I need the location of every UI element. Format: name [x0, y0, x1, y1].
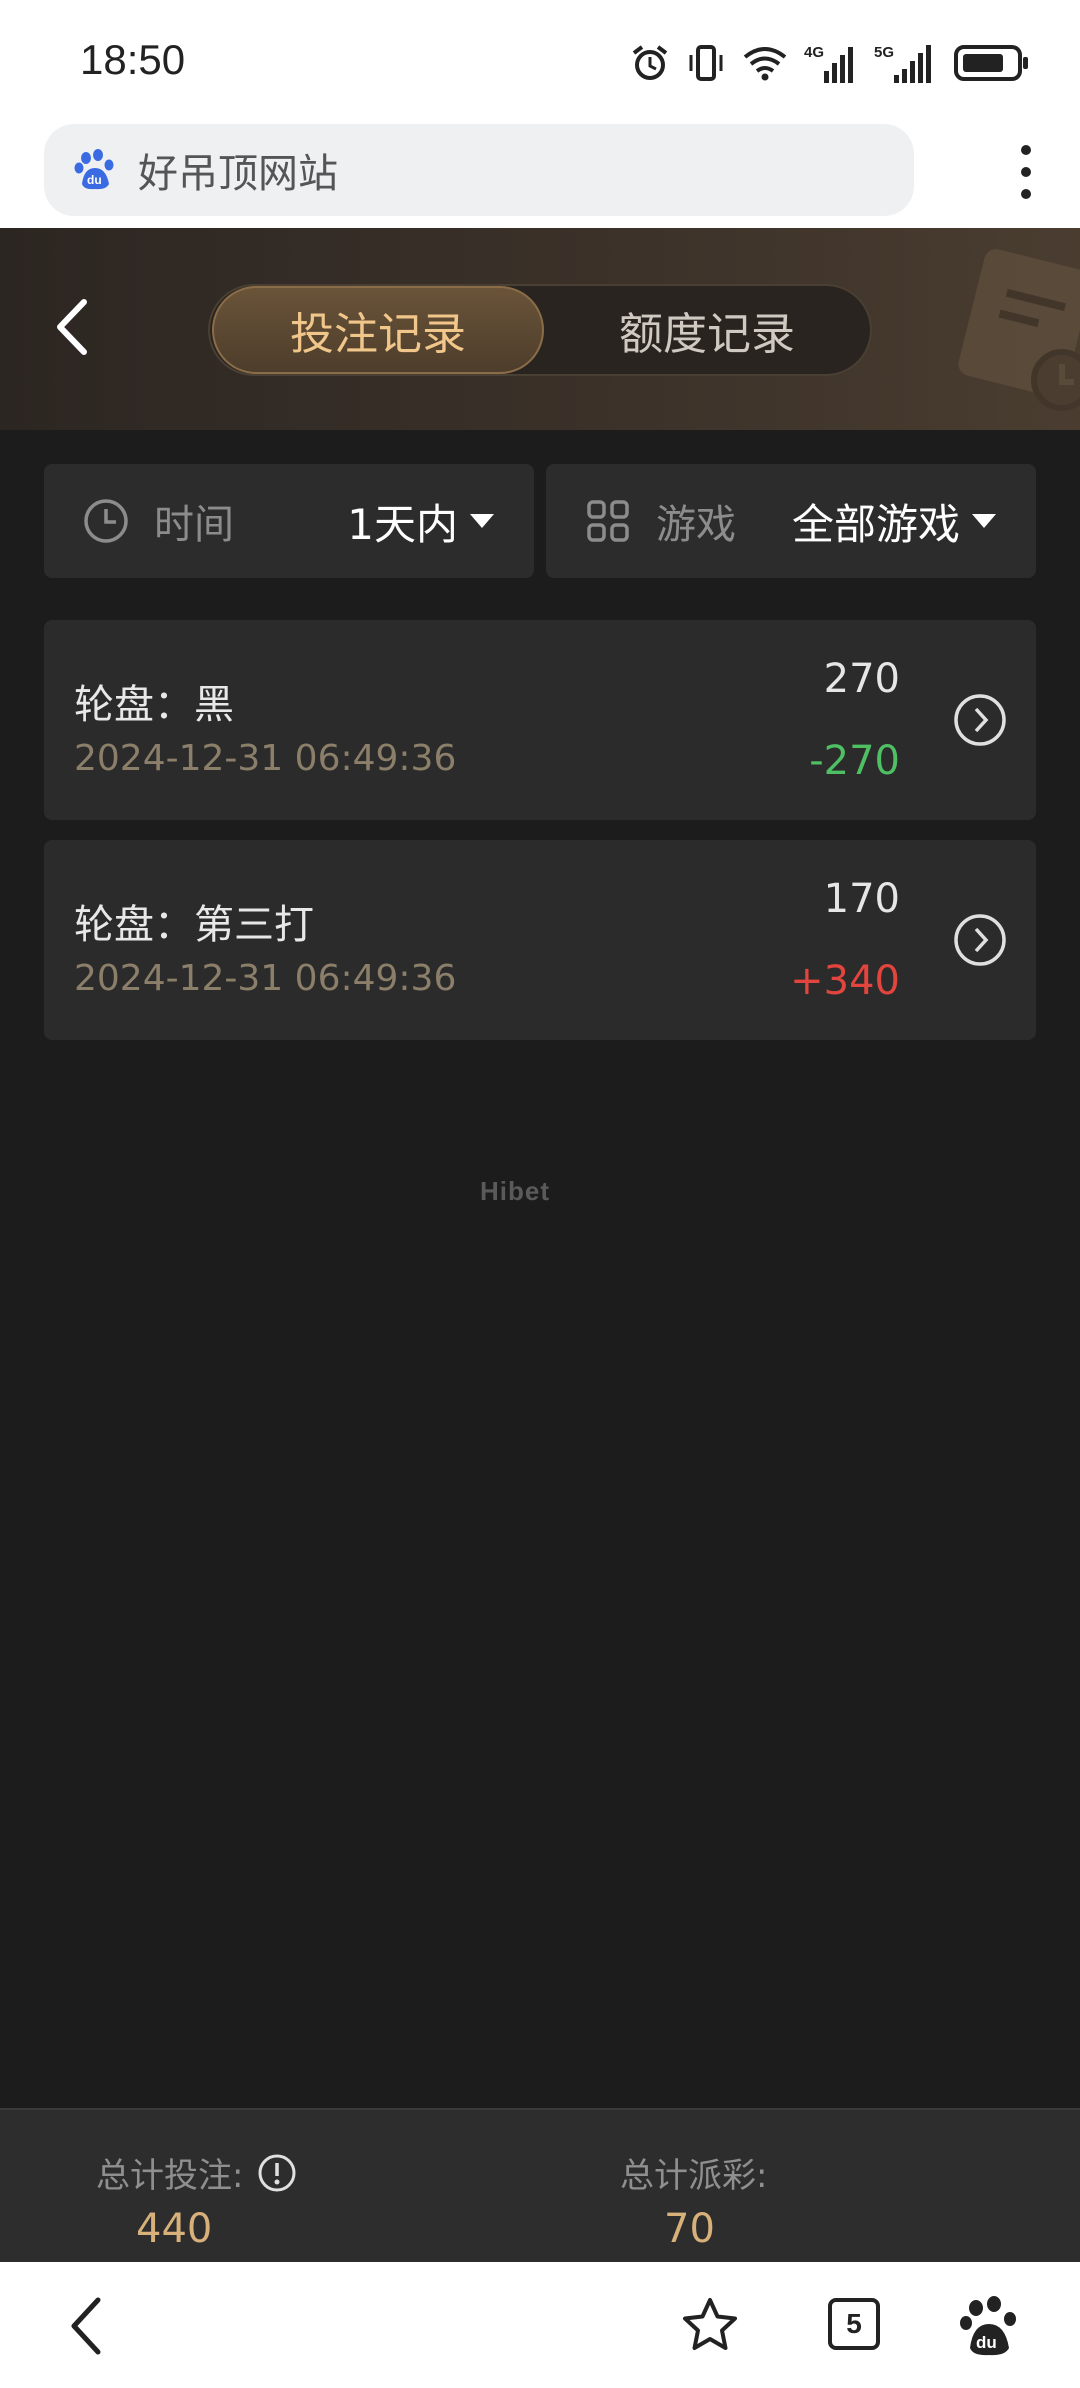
game-filter-value-text: 全部游戏 [791, 499, 960, 549]
tab-credit-records[interactable]: 额度记录 [544, 286, 870, 374]
total-payout-value: 70 [664, 2206, 715, 2252]
game-filter-value[interactable]: 全部游戏 [792, 491, 996, 552]
bet-record-row[interactable]: 轮盘：第三打 2024-12-31 06:49:36 170 +340 [44, 840, 1036, 1040]
record-time: 2024-12-31 06:49:36 [74, 958, 457, 999]
record-game-name: 轮盘：黑 [74, 682, 234, 728]
status-time: 18:50 [80, 36, 186, 83]
battery-icon [954, 45, 1028, 81]
grid-icon [587, 500, 629, 542]
record-result: +340 [790, 958, 900, 1004]
wifi-icon [743, 47, 787, 81]
document-clock-decoration-icon [958, 249, 1080, 411]
record-bet-amount: 270 [823, 656, 900, 702]
baidu-home-icon[interactable]: du [958, 2294, 1022, 2358]
time-filter-label: 时间 [154, 502, 234, 548]
address-text: 好吊顶网站 [138, 151, 338, 197]
bookmark-star-icon[interactable] [678, 2294, 742, 2358]
total-payout-label: 总计派彩: [620, 2156, 768, 2196]
hibet-watermark: Hibet [480, 1176, 550, 1206]
browser-bottom-nav: 5 du [0, 2262, 1080, 2388]
time-filter-value-text: 1天内 [347, 499, 458, 549]
chevron-right-circle-icon[interactable] [952, 692, 1008, 748]
address-bar[interactable]: du 好吊顶网站 [44, 124, 914, 216]
totals-bar: 总计投注: 440 总计派彩: 70 [0, 2108, 1080, 2262]
record-bet-amount: 170 [823, 876, 900, 922]
back-icon[interactable] [52, 296, 92, 358]
network-label-4g: 4G [804, 44, 824, 61]
bet-record-row[interactable]: 轮盘：黑 2024-12-31 06:49:36 270 -270 [44, 620, 1036, 820]
info-icon[interactable] [257, 2153, 297, 2193]
more-menu-icon[interactable] [1020, 144, 1032, 200]
record-time: 2024-12-31 06:49:36 [74, 738, 457, 779]
chevron-right-circle-icon[interactable] [952, 912, 1008, 968]
record-tab-switch: 投注记录 额度记录 [208, 284, 872, 376]
vibrate-icon [689, 45, 723, 81]
clock-icon [84, 499, 128, 543]
status-bar: 18:50 4G 5G [0, 0, 1080, 120]
game-filter[interactable]: 游戏 全部游戏 [546, 464, 1036, 578]
baidu-paw-icon: du [74, 149, 114, 190]
game-filter-label: 游戏 [656, 502, 736, 548]
browser-back-icon[interactable] [56, 2294, 120, 2358]
time-filter-value[interactable]: 1天内 [347, 491, 494, 552]
caret-down-icon [470, 514, 494, 528]
svg-text:du: du [976, 2333, 997, 2352]
record-game-name: 轮盘：第三打 [74, 902, 314, 948]
network-label-5g: 5G [874, 44, 894, 61]
record-result: -270 [809, 738, 900, 784]
signal-4g-icon: 4G [804, 44, 853, 83]
total-bet-value: 440 [136, 2206, 213, 2252]
caret-down-icon [972, 514, 996, 528]
total-bet-label: 总计投注: [96, 2156, 244, 2196]
alarm-icon [632, 45, 668, 80]
signal-5g-icon: 5G [874, 44, 931, 83]
page-header: 投注记录 额度记录 [0, 228, 1080, 430]
tab-bet-records[interactable]: 投注记录 [212, 286, 544, 374]
svg-text:du: du [87, 173, 102, 187]
browser-bar: du 好吊顶网站 [0, 120, 1080, 228]
total-bet-label-group: 总计投注: [96, 2148, 297, 2197]
time-filter[interactable]: 时间 1天内 [44, 464, 534, 578]
status-icons: 4G 5G [630, 40, 1030, 86]
tabs-count-button[interactable]: 5 [828, 2298, 880, 2350]
